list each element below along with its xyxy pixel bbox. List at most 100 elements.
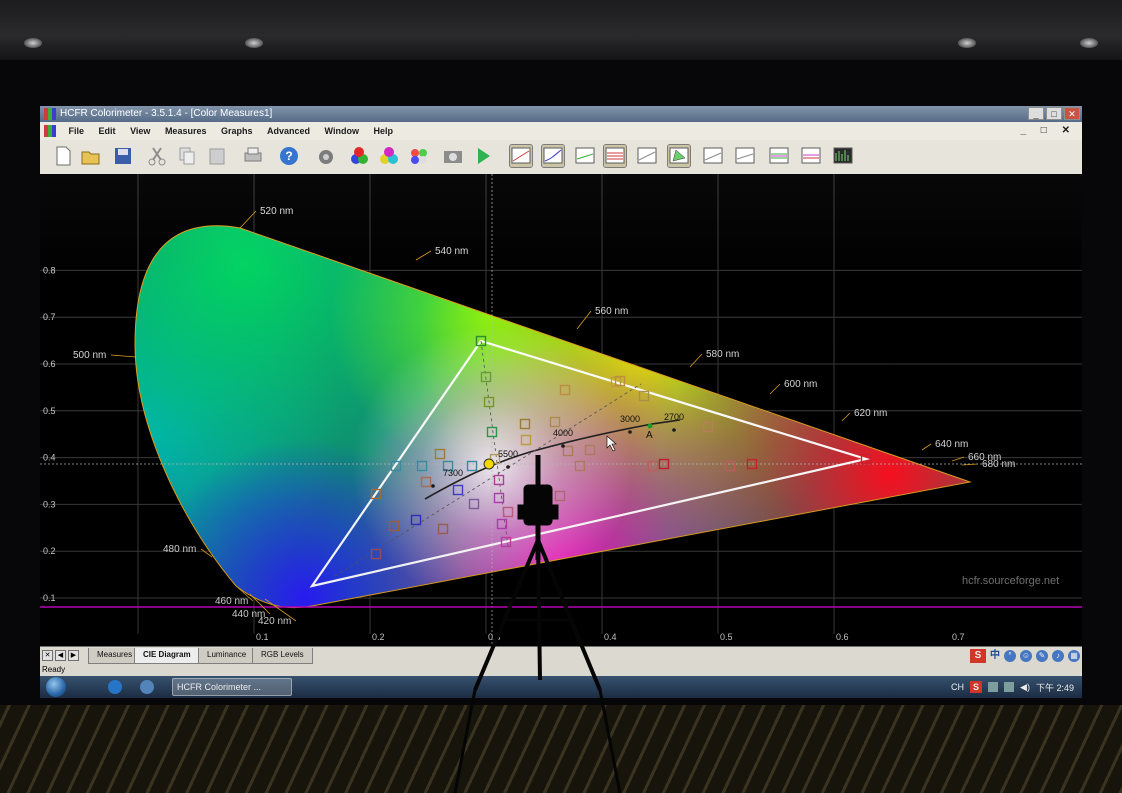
- projection-screen: HCFR Colorimeter - 3.5.1.4 - [Color Meas…: [40, 106, 1082, 698]
- y-tick-label: 0.8: [43, 265, 56, 275]
- y-tick-label: 0.6: [43, 359, 56, 369]
- ceiling-light: [245, 38, 263, 48]
- tray-app-icon[interactable]: [1004, 682, 1015, 692]
- wavelength-tick: [769, 383, 781, 395]
- copy-icon[interactable]: [176, 145, 198, 167]
- graph-11-icon[interactable]: [832, 145, 854, 167]
- tab-rgb-levels[interactable]: RGB Levels: [252, 648, 313, 664]
- wavelength-tick: [415, 250, 432, 261]
- maximize-button[interactable]: □: [1046, 107, 1062, 120]
- graph-9-icon[interactable]: [768, 145, 790, 167]
- graph-1-icon[interactable]: [509, 144, 533, 168]
- print-icon[interactable]: [242, 145, 264, 167]
- camera-icon[interactable]: [442, 145, 464, 167]
- close-tab-button[interactable]: ✕: [42, 650, 53, 661]
- emoji-icon[interactable]: ☺: [1020, 650, 1032, 662]
- ceiling-light: [1080, 38, 1098, 48]
- carpet-floor: [0, 705, 1122, 793]
- prev-tab-button[interactable]: ◀: [55, 650, 66, 661]
- cct-dot: [506, 465, 510, 469]
- new-icon[interactable]: [52, 145, 74, 167]
- graph-8-icon[interactable]: [734, 145, 756, 167]
- cct-dot: [628, 430, 632, 434]
- ime-language[interactable]: 中: [990, 648, 1000, 664]
- next-tab-button[interactable]: ▶: [68, 650, 79, 661]
- x-tick-label: 0.6: [836, 632, 849, 642]
- wavelength-label: 580 nm: [706, 349, 739, 360]
- patterns-icon[interactable]: [408, 145, 430, 167]
- graph-2-icon[interactable]: [541, 144, 565, 168]
- watermark: hcfr.sourceforge.net: [962, 575, 1059, 587]
- ime-toolbar: S 中 ° ☺ ✎ ♪ ▦: [970, 647, 1080, 665]
- cct-dot: [431, 484, 435, 488]
- browser-icon[interactable]: [140, 680, 154, 694]
- graph-5-icon[interactable]: [636, 145, 658, 167]
- rgb-icon[interactable]: [348, 145, 370, 167]
- start-button[interactable]: [46, 677, 66, 697]
- cut-icon[interactable]: [146, 145, 168, 167]
- ie-icon[interactable]: [108, 680, 122, 694]
- graph-4-icon[interactable]: [603, 144, 627, 168]
- save-icon[interactable]: [112, 145, 134, 167]
- tab-cie-diagram[interactable]: CIE Diagram: [134, 648, 200, 664]
- tray-sogou-icon[interactable]: S: [970, 681, 983, 693]
- microphone-icon[interactable]: ♪: [1052, 650, 1064, 662]
- y-tick-label: 0.7: [43, 312, 56, 322]
- tray-volume-icon[interactable]: ◀): [1020, 682, 1030, 693]
- menu-graphs[interactable]: Graphs: [215, 122, 259, 140]
- close-button[interactable]: ✕: [1064, 107, 1080, 120]
- cie-diagram[interactable]: 0.1 0.2 0.3 0.4 0.5 0.6 0.7 0.8 0.7 0.6 0.5 0.4 0.3 0…: [40, 174, 1082, 646]
- play-icon[interactable]: [472, 145, 494, 167]
- pen-icon[interactable]: ✎: [1036, 650, 1048, 662]
- mdi-controls[interactable]: _ □ ✕: [1020, 122, 1076, 140]
- wavelength-label: 540 nm: [435, 246, 468, 257]
- menu-help[interactable]: Help: [367, 122, 399, 140]
- system-tray: CH S ◀) 下午 2:49: [951, 676, 1074, 698]
- cie-icon[interactable]: [667, 144, 691, 168]
- punctuation-icon[interactable]: °: [1004, 650, 1016, 662]
- y-tick-label: 0.3: [43, 499, 56, 509]
- colors-icon[interactable]: [378, 145, 400, 167]
- window-controls: _ □ ✕: [1028, 107, 1080, 120]
- graph-3-icon[interactable]: [574, 145, 596, 167]
- spectral-locus-fill: [135, 225, 970, 608]
- ceiling-light: [958, 38, 976, 48]
- toolbar: ?: [40, 140, 1082, 175]
- minimize-button[interactable]: _: [1028, 107, 1044, 120]
- cct-label: 7300: [443, 468, 463, 478]
- wavelength-label: 500 nm: [73, 350, 106, 361]
- title-bar[interactable]: HCFR Colorimeter - 3.5.1.4 - [Color Meas…: [40, 106, 1082, 122]
- x-tick-label: 0.4: [604, 632, 617, 642]
- sogou-icon[interactable]: S: [970, 649, 986, 663]
- menu-file[interactable]: File: [63, 122, 91, 140]
- x-tick-label: 0.1: [256, 632, 269, 642]
- tray-language[interactable]: CH: [951, 682, 964, 692]
- help-icon[interactable]: ?: [278, 145, 300, 167]
- ceiling-light: [24, 38, 42, 48]
- wavelength-tick: [110, 354, 137, 358]
- cie-chart-svg: 0.1 0.2 0.3 0.4 0.5 0.6 0.7 0.8 0.7 0.6 0.5 0.4 0.3 0…: [40, 174, 1082, 646]
- window-title: HCFR Colorimeter - 3.5.1.4 - [Color Meas…: [60, 108, 273, 119]
- illuminant-a-label: A: [646, 430, 653, 441]
- menu-measures[interactable]: Measures: [159, 122, 213, 140]
- menu-window[interactable]: Window: [319, 122, 365, 140]
- menu-view[interactable]: View: [124, 122, 156, 140]
- menu-bar: File Edit View Measures Graphs Advanced …: [40, 122, 1082, 140]
- document-icon[interactable]: [44, 125, 56, 137]
- tab-luminance[interactable]: Luminance: [198, 648, 256, 664]
- wavelength-label: 680 nm: [982, 459, 1015, 470]
- tray-network-icon[interactable]: [988, 682, 999, 692]
- menu-advanced[interactable]: Advanced: [261, 122, 316, 140]
- grid-icon[interactable]: ▦: [1068, 650, 1080, 662]
- wavelength-label: 480 nm: [163, 544, 196, 555]
- paste-icon[interactable]: [206, 145, 228, 167]
- wavelength-tick: [921, 443, 932, 451]
- taskbar-hcfr-label: HCFR Colorimeter ...: [177, 682, 262, 692]
- taskbar: HCFR Colorimeter ... CH S ◀) 下午 2:49: [40, 676, 1082, 698]
- menu-edit[interactable]: Edit: [93, 122, 122, 140]
- taskbar-hcfr-button[interactable]: HCFR Colorimeter ...: [172, 678, 292, 696]
- sensor-icon[interactable]: [316, 145, 338, 167]
- graph-7-icon[interactable]: [702, 145, 724, 167]
- open-icon[interactable]: [80, 145, 102, 167]
- graph-10-icon[interactable]: [800, 145, 822, 167]
